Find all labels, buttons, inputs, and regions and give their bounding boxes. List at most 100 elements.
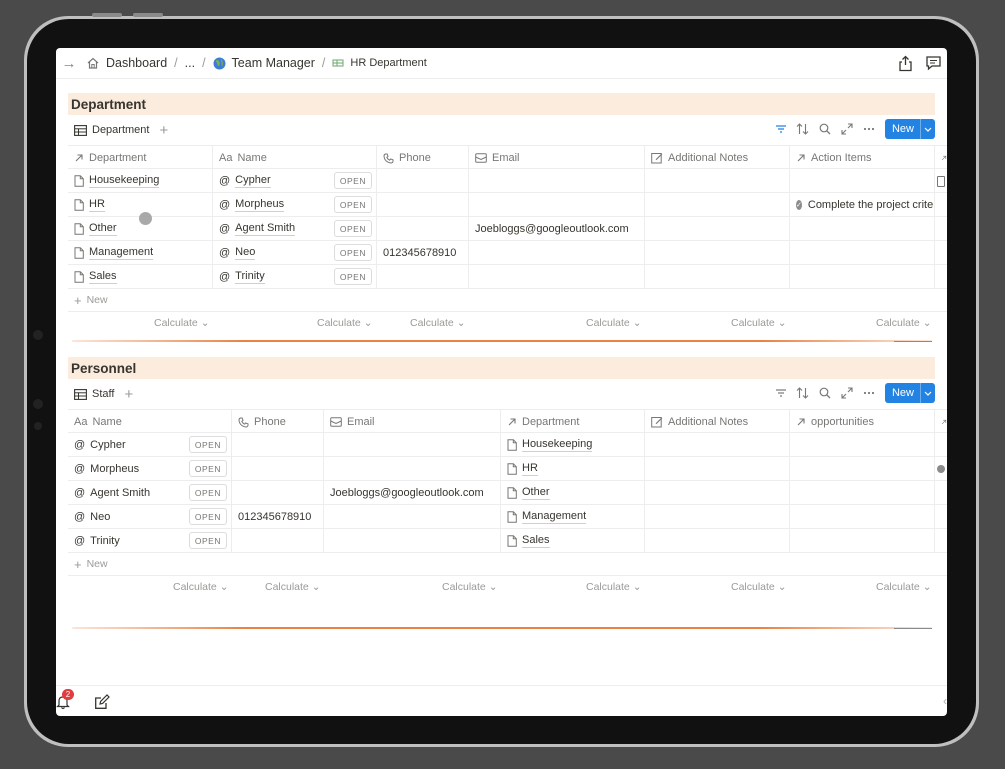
column-header-opportunities[interactable]: opportunities <box>790 410 935 434</box>
department-cell[interactable]: HR <box>501 457 645 481</box>
person-name[interactable]: Agent Smith <box>235 222 296 236</box>
department-cell[interactable]: Management <box>501 505 645 529</box>
calculate-dropdown[interactable]: Calculate ⌄ <box>154 317 210 329</box>
open-button[interactable]: OPEN <box>333 196 372 213</box>
department-title[interactable]: Sales <box>89 270 117 284</box>
email-cell[interactable] <box>469 241 645 265</box>
column-header-phone[interactable]: Phone <box>232 410 324 434</box>
plus-icon[interactable]: + <box>159 122 168 139</box>
phone-cell[interactable]: 012345678910 <box>377 241 469 265</box>
calculate-dropdown[interactable]: Calculate ⌄ <box>317 317 373 329</box>
notes-cell[interactable] <box>645 217 790 241</box>
email-cell[interactable] <box>469 193 645 217</box>
tab-staff-view[interactable]: Staff <box>74 388 114 400</box>
sort-icon[interactable] <box>795 120 811 138</box>
name-cell[interactable]: @ Trinity OPEN <box>68 529 232 553</box>
calculate-dropdown[interactable]: Calculate ⌄ <box>265 581 321 593</box>
table-row[interactable]: HR @ Morpheus OPEN ✓ Complete the projec… <box>68 193 947 217</box>
column-header-action-items[interactable]: Action Items <box>790 146 935 170</box>
action-items-cell[interactable] <box>790 241 935 265</box>
phone-cell[interactable] <box>232 481 324 505</box>
notes-cell[interactable] <box>645 505 790 529</box>
email-cell[interactable] <box>324 457 501 481</box>
department-cell[interactable]: Sales <box>501 529 645 553</box>
person-name[interactable]: Trinity <box>235 270 265 284</box>
person-name[interactable]: Morpheus <box>235 198 285 212</box>
table-row[interactable]: @ Morpheus OPEN HR <box>68 457 947 481</box>
table-row[interactable]: Management @ Neo OPEN 012345678910 <box>68 241 947 265</box>
open-button[interactable]: OPEN <box>333 244 372 261</box>
action-items-cell[interactable] <box>790 217 935 241</box>
notes-cell[interactable] <box>645 193 790 217</box>
department-cell[interactable]: Management <box>68 241 213 265</box>
more-icon[interactable] <box>861 120 877 138</box>
filter-icon[interactable] <box>773 384 789 402</box>
department-cell[interactable]: Other <box>501 481 645 505</box>
table-row[interactable]: @ Cypher OPEN Housekeeping <box>68 433 947 457</box>
open-button[interactable]: OPEN <box>188 460 227 477</box>
email-cell[interactable]: Joebloggs@googleoutlook.com <box>324 481 501 505</box>
action-items-cell[interactable] <box>790 169 935 193</box>
opportunities-cell[interactable] <box>790 529 935 553</box>
email-cell[interactable] <box>324 505 501 529</box>
email-cell[interactable] <box>324 433 501 457</box>
expand-icon[interactable] <box>839 384 855 402</box>
notes-cell[interactable] <box>645 241 790 265</box>
phone-cell[interactable] <box>377 217 469 241</box>
action-items-cell[interactable]: ✓ Complete the project criteria <box>790 193 935 217</box>
phone-cell[interactable]: 012345678910 <box>232 505 324 529</box>
name-cell[interactable]: @ Agent Smith OPEN <box>213 217 377 241</box>
calculate-dropdown[interactable]: Calculate ⌄ <box>586 581 642 593</box>
department-link[interactable]: Management <box>522 510 587 524</box>
calculate-dropdown[interactable]: Calculate ⌄ <box>442 581 498 593</box>
table-row[interactable]: Sales @ Trinity OPEN <box>68 265 947 289</box>
share-icon[interactable] <box>895 53 915 73</box>
department-cell[interactable]: Housekeeping <box>68 169 213 193</box>
department-title[interactable]: Housekeeping <box>89 174 160 188</box>
person-name[interactable]: Neo <box>235 246 256 260</box>
notes-cell[interactable] <box>645 265 790 289</box>
opportunities-cell[interactable] <box>790 505 935 529</box>
department-title[interactable]: Management <box>89 246 154 260</box>
department-link[interactable]: Sales <box>522 534 550 548</box>
name-cell[interactable]: @ Agent Smith OPEN <box>68 481 232 505</box>
email-cell[interactable] <box>324 529 501 553</box>
opportunities-cell[interactable] <box>790 481 935 505</box>
open-button[interactable]: OPEN <box>188 508 227 525</box>
chevron-down-icon[interactable] <box>920 119 935 139</box>
calculate-dropdown[interactable]: Calculate ⌄ <box>731 581 787 593</box>
name-cell[interactable]: @ Morpheus OPEN <box>68 457 232 481</box>
calculate-dropdown[interactable]: Calculate ⌄ <box>876 581 932 593</box>
name-cell[interactable]: @ Neo OPEN <box>213 241 377 265</box>
table-row[interactable]: @ Trinity OPEN Sales <box>68 529 947 553</box>
notes-cell[interactable] <box>645 433 790 457</box>
table-row[interactable]: @ Neo OPEN 012345678910 Management <box>68 505 947 529</box>
column-header-department[interactable]: Department <box>501 410 645 434</box>
person-name[interactable]: Cypher <box>235 174 271 188</box>
name-cell[interactable]: @ Morpheus OPEN <box>213 193 377 217</box>
search-icon[interactable] <box>817 384 833 402</box>
opportunities-cell[interactable] <box>790 433 935 457</box>
person-name[interactable]: Agent Smith <box>90 487 150 499</box>
phone-cell[interactable] <box>377 265 469 289</box>
open-button[interactable]: OPEN <box>333 220 372 237</box>
department-link[interactable]: Housekeeping <box>522 438 593 452</box>
person-name[interactable]: Neo <box>90 511 110 523</box>
phone-cell[interactable] <box>232 433 324 457</box>
notes-cell[interactable] <box>645 169 790 193</box>
phone-cell[interactable] <box>377 169 469 193</box>
add-row-button[interactable]: + New <box>68 289 108 311</box>
department-link[interactable]: Other <box>522 486 550 500</box>
phone-cell[interactable] <box>232 457 324 481</box>
plus-icon[interactable]: + <box>124 386 133 403</box>
person-name[interactable]: Cypher <box>90 439 125 451</box>
chevron-left-icon[interactable]: ‹ <box>943 694 947 708</box>
breadcrumb-hr-department[interactable]: HR Department <box>332 57 427 69</box>
email-cell[interactable]: Joebloggs@googleoutlook.com <box>469 217 645 241</box>
new-record-button[interactable]: New <box>884 383 935 403</box>
action-item-link[interactable]: Complete the project criteria <box>808 199 934 211</box>
opportunities-cell[interactable] <box>790 457 935 481</box>
email-cell[interactable] <box>469 169 645 193</box>
chevron-down-icon[interactable] <box>920 383 935 403</box>
email-cell[interactable] <box>469 265 645 289</box>
